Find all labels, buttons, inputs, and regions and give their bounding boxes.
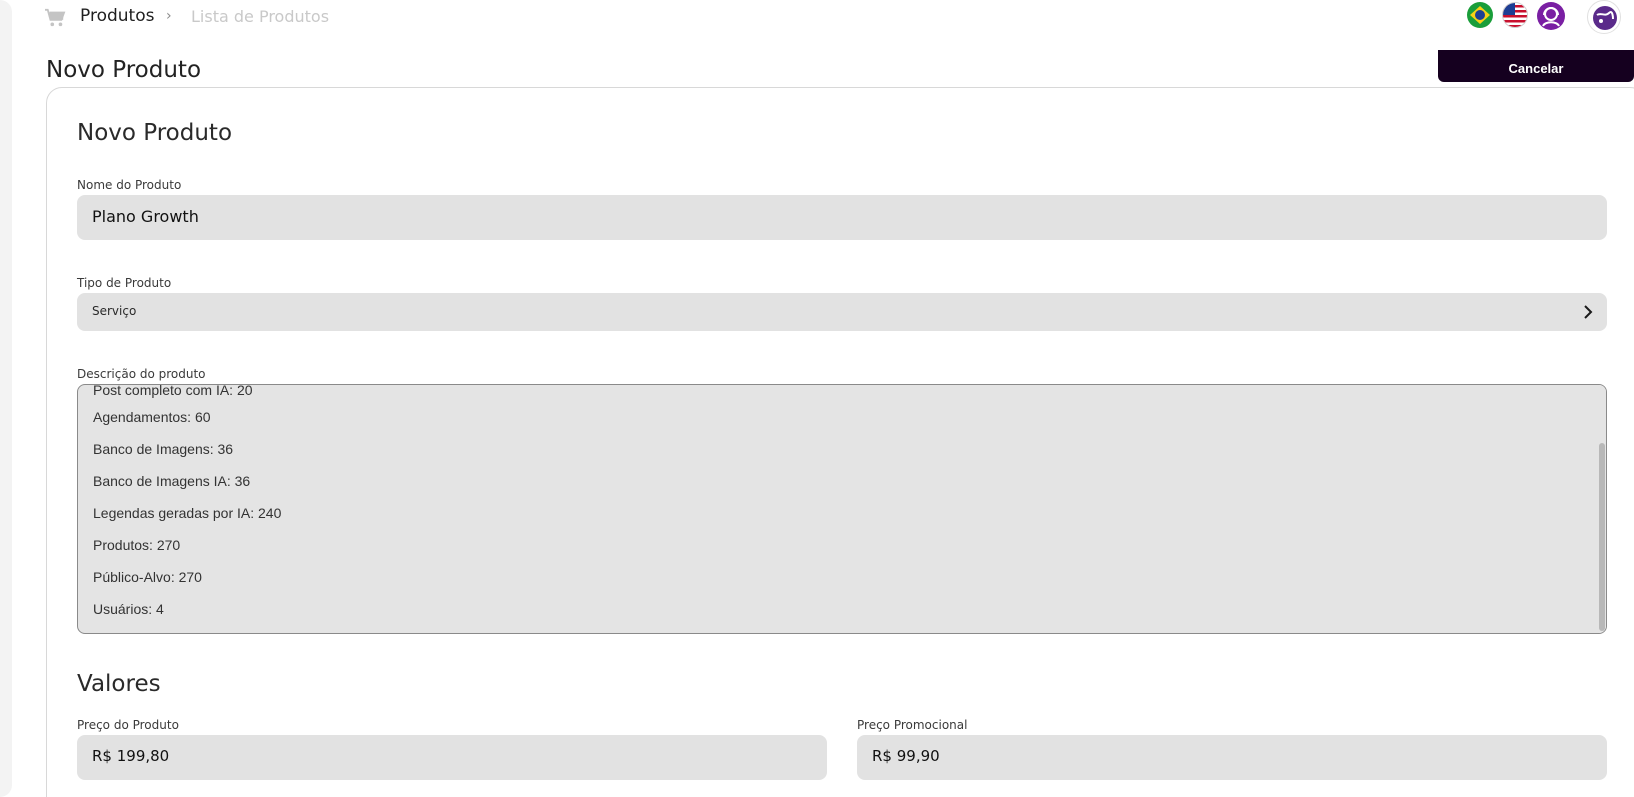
description-scrollbar[interactable] xyxy=(1598,385,1606,633)
breadcrumb-product-list[interactable]: Lista de Produtos xyxy=(191,7,329,26)
product-description-textarea[interactable]: Post completo com IA: 20 Agendamentos: 6… xyxy=(77,384,1607,634)
product-type-label: Tipo de Produto xyxy=(77,276,172,290)
product-name-input[interactable]: Plano Growth xyxy=(77,195,1607,240)
product-name-label: Nome do Produto xyxy=(77,178,182,192)
left-rail xyxy=(0,0,12,797)
description-line: Produtos: 270 xyxy=(93,537,181,553)
description-line: Banco de Imagens: 36 xyxy=(93,441,234,457)
form-section-title: Novo Produto xyxy=(77,120,233,146)
support-icon[interactable] xyxy=(1537,2,1565,30)
page-title: Novo Produto xyxy=(46,57,202,83)
product-type-select[interactable]: Serviço xyxy=(77,293,1607,331)
chevron-right-icon xyxy=(1584,305,1593,319)
promo-price-input[interactable]: R$ 99,90 xyxy=(857,735,1607,780)
product-type-value: Serviço xyxy=(92,304,137,318)
description-line: Legendas geradas por IA: 240 xyxy=(93,505,282,521)
product-price-label: Preço do Produto xyxy=(77,718,179,732)
top-bar: Produtos › Lista de Produtos xyxy=(0,0,1634,40)
product-price-input[interactable]: R$ 199,80 xyxy=(77,735,827,780)
values-section-title: Valores xyxy=(77,671,161,697)
breadcrumb-products[interactable]: Produtos xyxy=(80,6,154,26)
description-line: Post completo com IA: 20 xyxy=(93,384,253,398)
cart-icon xyxy=(45,8,66,27)
description-line: Usuários: 4 xyxy=(93,601,164,617)
cancel-button[interactable]: Cancelar xyxy=(1438,50,1634,82)
description-scrollbar-thumb[interactable] xyxy=(1599,443,1605,631)
product-description-label: Descrição do produto xyxy=(77,367,206,381)
description-line: Banco de Imagens IA: 36 xyxy=(93,473,251,489)
us-flag-icon[interactable] xyxy=(1502,2,1528,28)
avatar[interactable] xyxy=(1587,0,1621,34)
breadcrumb-separator: › xyxy=(166,8,172,24)
description-line: Agendamentos: 60 xyxy=(93,409,211,425)
description-line: Público-Alvo: 270 xyxy=(93,569,202,585)
promo-price-label: Preço Promocional xyxy=(857,718,968,732)
brazil-flag-icon[interactable] xyxy=(1467,2,1493,28)
